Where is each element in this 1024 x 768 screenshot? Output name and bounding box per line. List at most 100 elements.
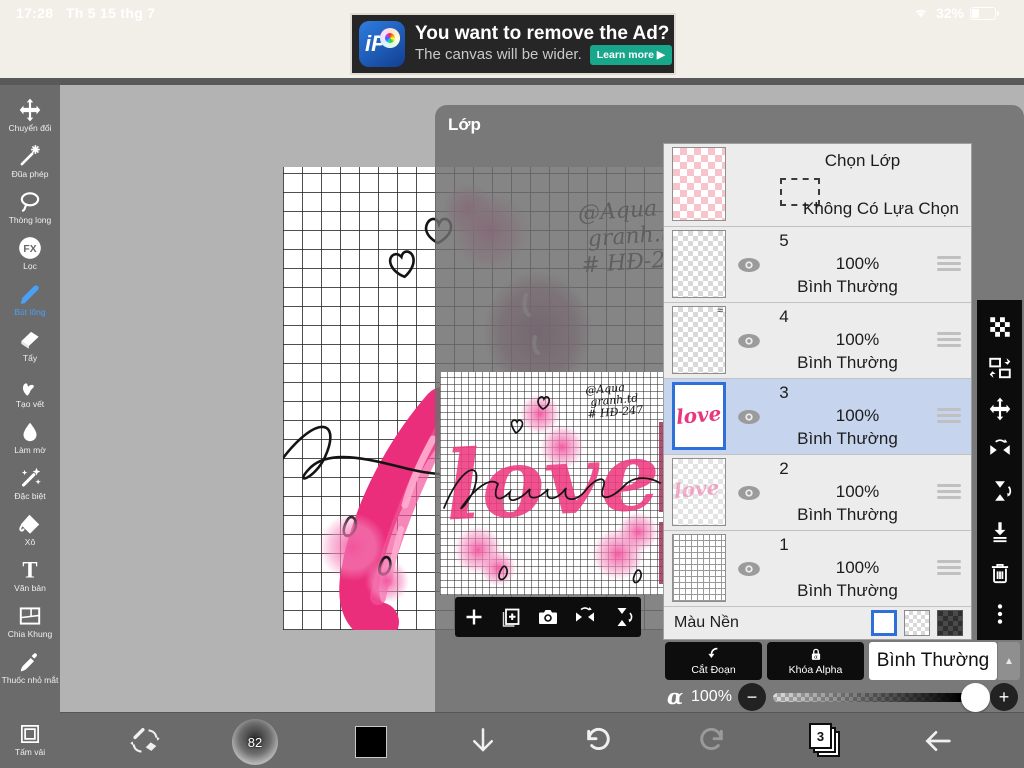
layer-number: 3 <box>779 383 789 402</box>
tool-label: Làm mờ <box>14 445 46 456</box>
layer-menu-icon[interactable] <box>937 560 961 575</box>
layer-row-3[interactable]: love 3 100% Bình Thường <box>664 379 971 455</box>
layer-transfer-icon[interactable] <box>987 355 1013 381</box>
tool-sidebar: Chuyển đổi Đũa phép Thòng long Lọc Bút l… <box>0 85 60 768</box>
layer-blend-mode: Bình Thường <box>797 505 898 524</box>
opacity-minus-button[interactable]: − <box>738 683 766 711</box>
select-layer-thumbnail <box>672 147 726 221</box>
canvas-preview[interactable]: love @Aqua granh.td # HĐ-247 <box>440 372 665 595</box>
layer-number: 5 <box>779 231 789 250</box>
layer-opacity: 100% <box>835 482 880 501</box>
select-layer-subtitle: Không Có Lựa Chọn <box>803 199 959 218</box>
sidebar-tool-eraser[interactable]: Tẩy <box>0 322 60 368</box>
tool-icon <box>17 373 43 399</box>
import-photo-camera-icon[interactable] <box>536 605 560 629</box>
add-layer-from-canvas-icon[interactable] <box>499 605 523 629</box>
window-top-seam <box>0 78 1024 85</box>
tool-icon <box>17 511 43 537</box>
ibis-paint-app: 17:28 Th 5 15 thg 7 32% iP You want to r… <box>0 0 1024 768</box>
sidebar-tool-bucket[interactable]: Xô <box>0 506 60 552</box>
layer-row-5[interactable]: 5 100% Bình Thường <box>664 227 971 303</box>
tool-label: Bút lông <box>14 307 46 318</box>
sidebar-tool-eyedropper[interactable]: Thuốc nhỏ mắt <box>0 644 60 690</box>
merge-down-icon[interactable] <box>987 519 1013 545</box>
blend-mode-expand-button[interactable]: ▲ <box>998 642 1020 680</box>
sidebar-tool-filter[interactable]: Lọc <box>0 230 60 276</box>
learn-more-button[interactable]: Learn more ▶ <box>589 44 672 65</box>
opacity-slider[interactable] <box>773 683 990 712</box>
back-arrow-icon[interactable] <box>922 725 954 757</box>
ad-banner[interactable]: iP You want to remove the Ad? The canvas… <box>350 13 676 75</box>
sidebar-tool-smudge[interactable]: Tạo vết <box>0 368 60 414</box>
layer-row-4[interactable]: 4 100% Bình Thường <box>664 303 971 379</box>
tool-label: Đũa phép <box>11 169 49 180</box>
layer-blend-mode: Bình Thường <box>797 353 898 372</box>
tool-label: Tẩy <box>22 353 38 364</box>
down-arrow-icon[interactable] <box>468 725 498 755</box>
thumbnail-art: love <box>673 475 721 503</box>
tool-label: Thuốc nhỏ mắt <box>1 675 59 686</box>
redo-icon[interactable] <box>696 724 728 756</box>
layer-action-toolbar <box>455 597 641 637</box>
opacity-slider-knob[interactable] <box>961 683 990 712</box>
current-color-swatch[interactable] <box>355 726 387 758</box>
sidebar-tool-blur[interactable]: Làm mờ <box>0 414 60 460</box>
transparency-checker-icon[interactable] <box>987 314 1013 340</box>
battery-percent: 32% <box>935 5 964 21</box>
bg-swatch-dark[interactable] <box>937 610 963 636</box>
layer-panel-toggle[interactable]: 3 <box>808 723 844 759</box>
flip-horizontal-icon[interactable] <box>573 605 597 629</box>
flip-vertical-icon[interactable] <box>610 605 634 629</box>
alpha-lock-button[interactable]: Khóa Alpha <box>767 642 864 680</box>
layer-menu-icon[interactable] <box>937 332 961 347</box>
tool-icon <box>17 465 43 491</box>
tool-icon <box>17 557 43 583</box>
select-layer-row[interactable]: Chọn Lớp Không Có Lựa Chọn <box>664 144 971 227</box>
clipping-icon <box>705 646 723 664</box>
sidebar-tool-divide-frame[interactable]: Chia Khung <box>0 598 60 644</box>
thumbnail-art: love <box>675 401 723 429</box>
layer-menu-icon[interactable] <box>937 484 961 499</box>
layer-menu-icon[interactable] <box>937 408 961 423</box>
layer-row-1[interactable]: 1 100% Bình Thường <box>664 531 971 607</box>
brush-size-preview[interactable]: 82 <box>232 719 278 765</box>
wifi-icon <box>912 6 930 20</box>
tool-label: Đặc biệt <box>14 491 46 502</box>
undo-icon[interactable] <box>582 724 614 756</box>
sidebar-tool-lasso[interactable]: Thòng long <box>0 184 60 230</box>
background-color-row: Màu Nền <box>664 607 971 639</box>
canvas-preview-art: love @Aqua granh.td # HĐ-247 <box>442 381 665 586</box>
layer-visibility-eye-icon[interactable] <box>736 252 762 278</box>
layer-visibility-eye-icon[interactable] <box>736 404 762 430</box>
add-layer-icon[interactable] <box>462 605 486 629</box>
bg-swatch-white[interactable] <box>871 610 897 636</box>
tool-label: Xô <box>24 537 36 548</box>
delete-layer-icon[interactable] <box>987 560 1013 586</box>
layer-move-icon[interactable] <box>987 396 1013 422</box>
tool-icon <box>17 97 43 123</box>
blend-mode-select[interactable]: Bình Thường <box>869 642 997 680</box>
layer-side-toolbar <box>977 300 1022 640</box>
layer-opacity: 100% <box>835 558 880 577</box>
layer-visibility-eye-icon[interactable] <box>736 480 762 506</box>
layer-flip-vertical-icon[interactable] <box>987 478 1013 504</box>
sidebar-tool-brush[interactable]: Bút lông <box>0 276 60 322</box>
sidebar-tool-magic-wand[interactable]: Đũa phép <box>0 138 60 184</box>
sidebar-tool-text[interactable]: Văn bản <box>0 552 60 598</box>
more-options-icon[interactable] <box>987 601 1013 627</box>
layer-visibility-eye-icon[interactable] <box>736 556 762 582</box>
sidebar-tool-canvas[interactable]: Tấm vải <box>0 716 60 762</box>
layer-thumbnail: love <box>672 382 726 450</box>
layer-menu-icon[interactable] <box>937 256 961 271</box>
opacity-plus-button[interactable]: + <box>990 683 1018 711</box>
brush-eraser-swap-icon[interactable] <box>128 724 162 758</box>
bg-swatch-transparent[interactable] <box>904 610 930 636</box>
layer-flip-horizontal-icon[interactable] <box>987 437 1013 463</box>
sidebar-tool-special[interactable]: Đặc biệt <box>0 460 60 506</box>
layer-list: Chọn Lớp Không Có Lựa Chọn 5 100% Bình T… <box>663 143 972 640</box>
tool-label: Chuyển đổi <box>8 123 52 134</box>
sidebar-tool-transform[interactable]: Chuyển đổi <box>0 92 60 138</box>
clipping-button[interactable]: Cắt Đoạn <box>665 642 762 680</box>
layer-row-2[interactable]: love 2 100% Bình Thường <box>664 455 971 531</box>
layer-visibility-eye-icon[interactable] <box>736 328 762 354</box>
